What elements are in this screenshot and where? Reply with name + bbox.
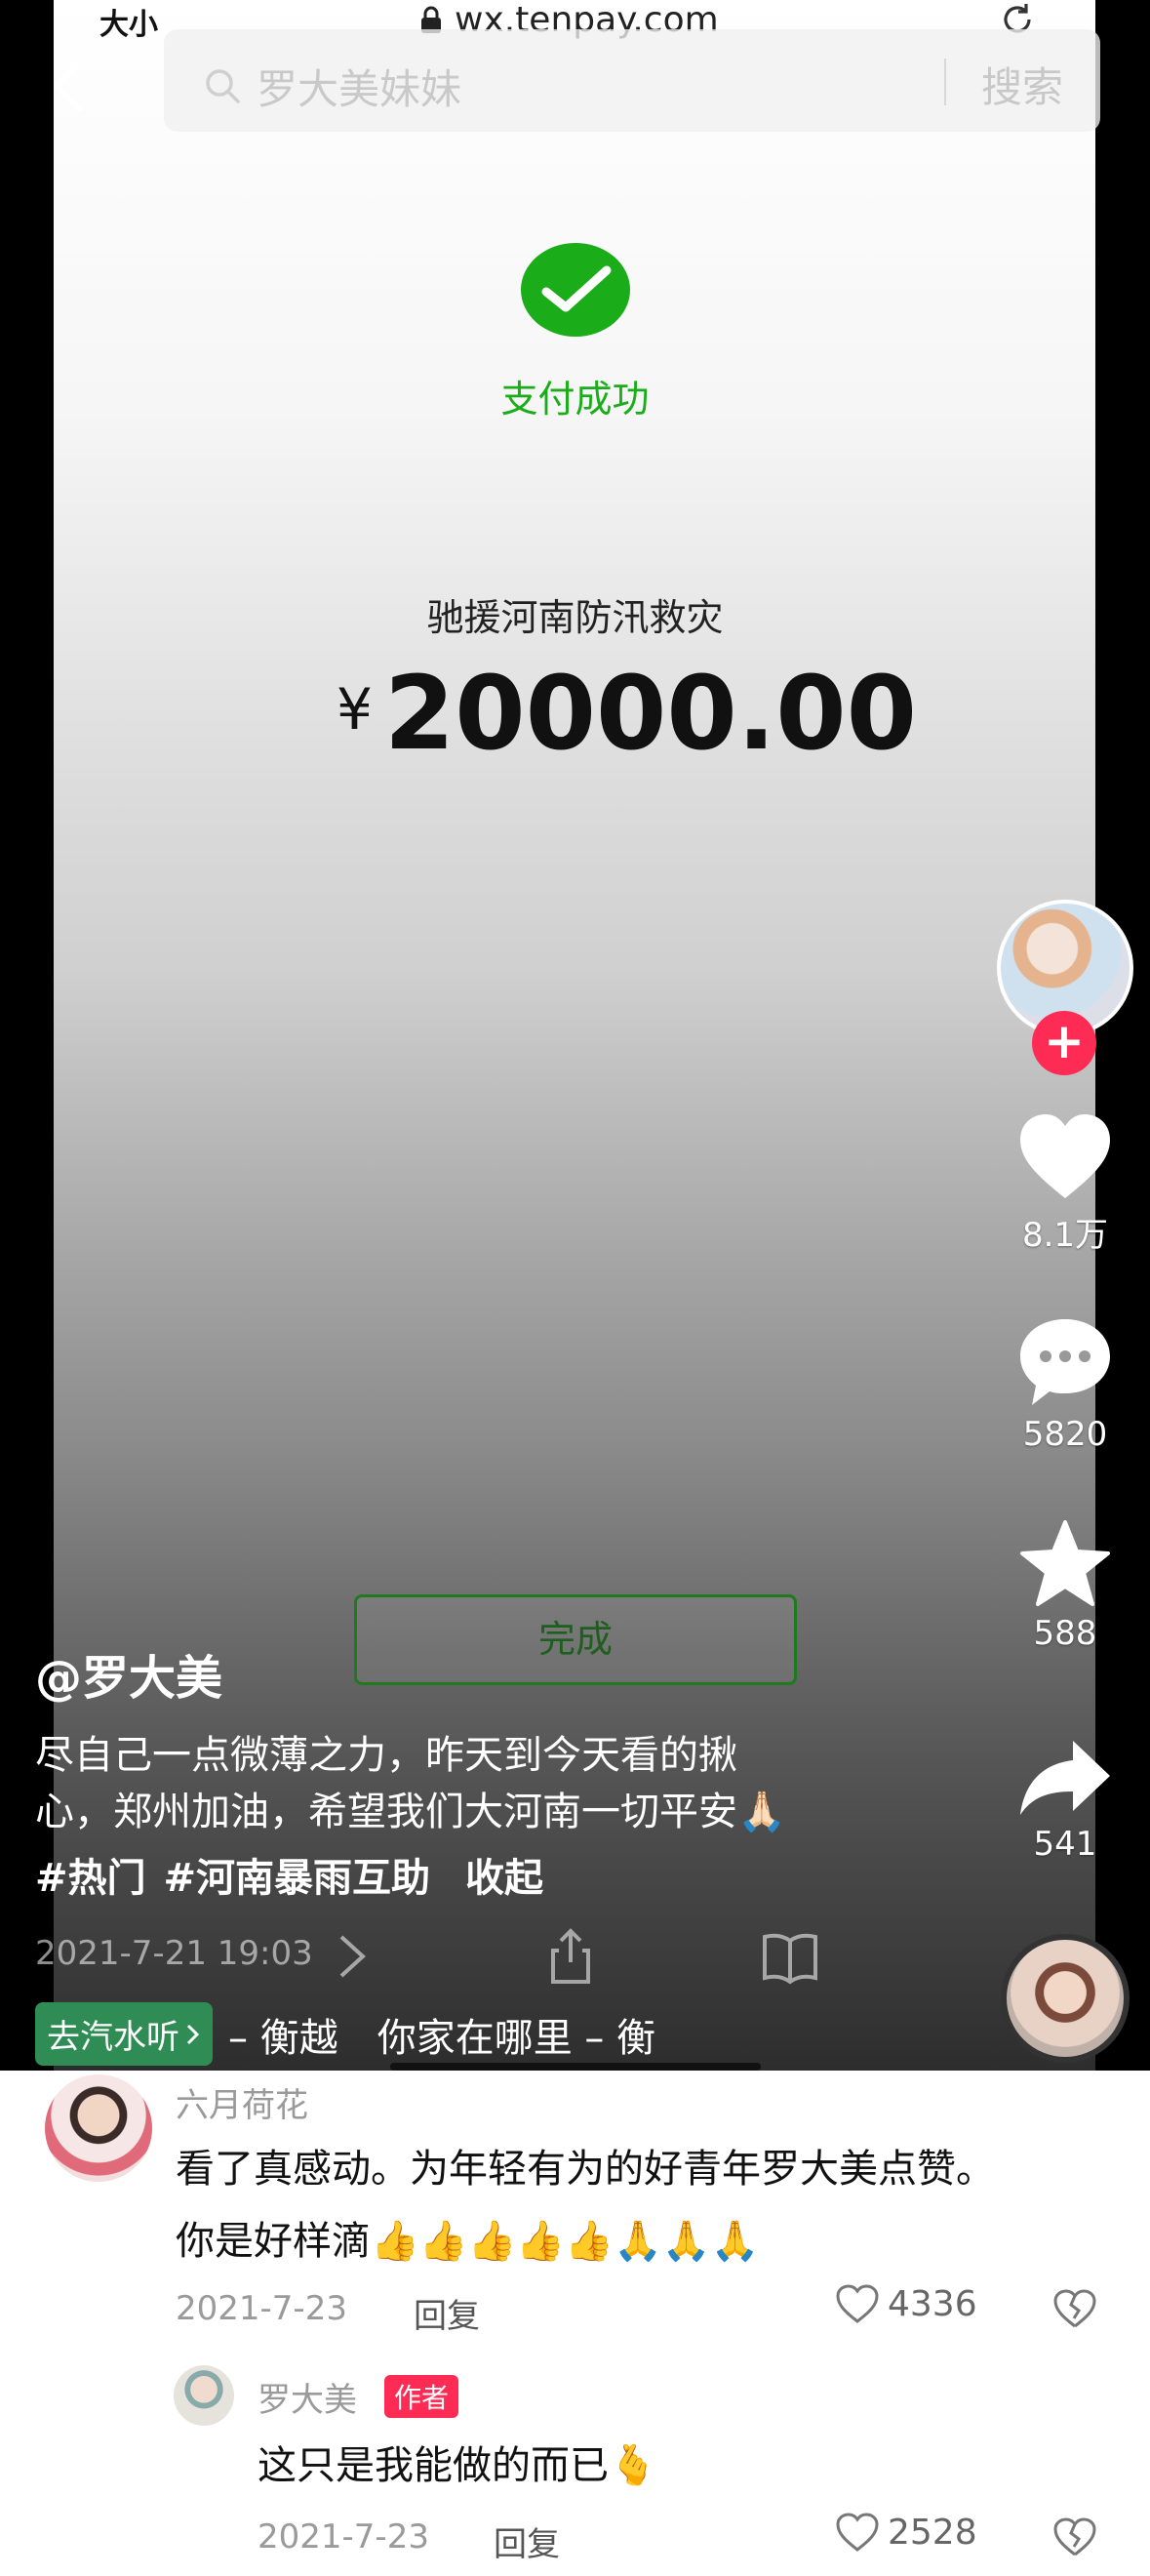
caption-line: 心，郑州加油，希望我们大河南一切平安🙏🏻 [35, 1790, 786, 1834]
music-app-tag[interactable]: 去汽水听 [35, 2002, 213, 2066]
comment-line: 看了真感动。为年轻有为的好青年罗大美点赞。 [176, 2147, 995, 2192]
share-count: 541 [1033, 1825, 1097, 1864]
music-row[interactable]: 去汽水听 – 衡越 你家在哪里 – 衡 [35, 2002, 655, 2066]
comment-line: 你是好样滴👍👍👍👍👍🙏🙏🙏 [176, 2219, 760, 2264]
follow-button[interactable]: + [1032, 1011, 1096, 1075]
forward-icon[interactable] [322, 1927, 380, 1986]
comment-like-count: 4336 [888, 2283, 977, 2324]
favorite-action[interactable]: 588 [1005, 1518, 1126, 1653]
payment-status: 支付成功 [500, 378, 650, 421]
heart-outline-icon [836, 2284, 879, 2323]
share-sheet-icon[interactable] [541, 1927, 600, 1986]
commenter-avatar[interactable] [45, 2074, 152, 2182]
search-divider [944, 59, 946, 105]
search-bar[interactable]: 罗大美妹妹 搜索 [164, 29, 1100, 132]
favorite-count: 588 [1033, 1614, 1097, 1653]
music-disc-avatar[interactable] [1001, 1934, 1130, 2063]
reply-button[interactable]: 回复 [494, 2517, 560, 2565]
music-title: – 衡越 你家在哪里 – 衡 [228, 2015, 656, 2061]
like-action[interactable]: 8.1万 [1005, 1112, 1126, 1256]
chevron-right-icon [186, 2024, 200, 2044]
author-badge: 作者 [384, 2375, 459, 2418]
comment-date: 2021-7-23 [176, 2289, 347, 2328]
comment-username[interactable]: 六月荷花 [176, 2078, 308, 2126]
hashtag-hot[interactable]: #热门 [35, 1846, 146, 1903]
reply-username[interactable]: 罗大美 [258, 2373, 357, 2421]
done-button[interactable]: 完成 [354, 1594, 797, 1685]
heart-icon [1020, 1114, 1110, 1198]
back-icon[interactable] [49, 57, 88, 115]
collapse-link[interactable]: 收起 [465, 1846, 543, 1903]
broken-heart-icon[interactable] [1051, 2514, 1098, 2560]
reply-date: 2021-7-23 [258, 2517, 429, 2556]
home-indicator [390, 2063, 761, 2071]
post-author[interactable]: @罗大美 [35, 1639, 222, 1708]
payment-description: 驰援河南防汛救灾 [426, 596, 724, 639]
currency-symbol: ¥ [337, 676, 373, 743]
comment-action[interactable]: 5820 [1005, 1315, 1126, 1454]
music-tag-label: 去汽水听 [47, 2018, 179, 2057]
reply-like-count: 2528 [888, 2512, 977, 2553]
post-caption: 尽自己一点微薄之力，昨天到今天看的揪 心，郑州加油，希望我们大河南一切平安🙏🏻 [35, 1727, 893, 1840]
heart-outline-icon [836, 2513, 879, 2552]
wechat-pay-success-icon [521, 243, 630, 337]
reply-text: 这只是我能做的而已🫰 [258, 2443, 657, 2488]
broken-heart-icon[interactable] [1051, 2285, 1098, 2332]
search-query[interactable]: 罗大美妹妹 [257, 57, 461, 116]
font-size-button[interactable]: 大小 [99, 0, 158, 43]
search-button[interactable]: 搜索 [981, 55, 1063, 114]
star-icon [1020, 1520, 1110, 1606]
comment-text: 看了真感动。为年轻有为的好青年罗大美点赞。 你是好样滴👍👍👍👍👍🙏🙏🙏 [176, 2133, 995, 2277]
share-action[interactable]: 541 [1005, 1737, 1126, 1864]
like-count: 8.1万 [1021, 1216, 1109, 1255]
reply-author-avatar[interactable] [174, 2365, 234, 2426]
comment-count: 5820 [1022, 1415, 1108, 1454]
caption-line: 尽自己一点微薄之力，昨天到今天看的揪 [35, 1733, 737, 1778]
search-icon [206, 69, 240, 103]
comment-like-button[interactable]: 4336 [835, 2283, 977, 2324]
hashtag-row: #热门 #河南暴雨互助 收起 [35, 1846, 543, 1903]
post-timestamp: 2021-7-21 19:03 [35, 1934, 313, 1973]
video-player[interactable]: 大小 wx.tenpay.com 罗大美妹妹 搜索 支付成功 驰援河南防汛救灾 … [0, 0, 1150, 2071]
hashtag-henan[interactable]: #河南暴雨互助 [164, 1846, 431, 1903]
share-arrow-icon [1020, 1741, 1110, 1815]
bookmarks-icon[interactable] [761, 1927, 819, 1986]
reply-button[interactable]: 回复 [414, 2289, 480, 2337]
reply-like-button[interactable]: 2528 [835, 2512, 977, 2553]
comment-icon [1020, 1319, 1110, 1405]
payment-amount: ¥ 20000.00 [337, 654, 917, 773]
amount-value: 20000.00 [383, 654, 917, 773]
